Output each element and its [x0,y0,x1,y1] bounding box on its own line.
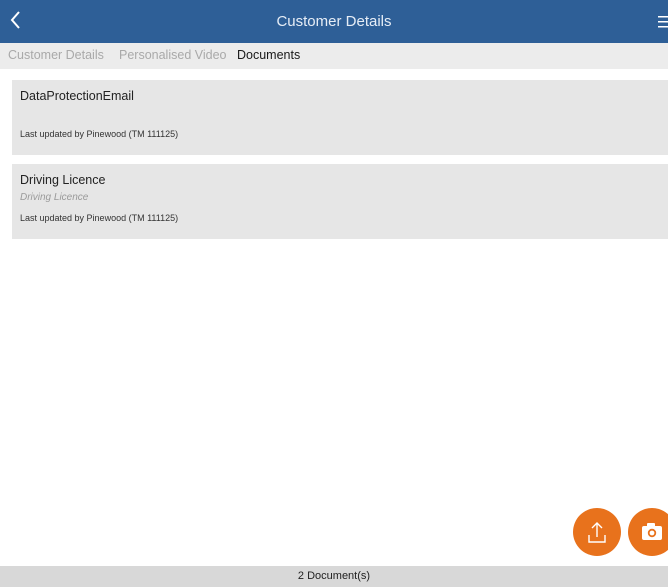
document-count: 2 Document(s) [297,570,371,582]
app-header: Customer Details [0,0,668,43]
upload-icon [588,522,606,543]
document-card-driving-licence[interactable]: Driving Licence Driving Licence Last upd… [12,164,668,239]
document-card-data-protection-email[interactable]: DataProtectionEmail Last updated by Pine… [12,80,668,155]
menu-button[interactable] [656,13,668,31]
page-title: Customer Details [276,13,392,30]
document-count-bar: 2 Document(s) [0,566,668,587]
upload-document-button[interactable] [573,508,621,556]
tab-personalised-video[interactable]: Personalised Video [119,43,226,67]
document-last-updated: Last updated by Pinewood (TM 111125) [20,213,179,223]
camera-capture-button[interactable] [628,508,668,556]
camera-icon [642,523,662,540]
document-list: DataProtectionEmail Last updated by Pine… [12,80,668,248]
tab-customer-details[interactable]: Customer Details [8,43,104,67]
document-title: DataProtectionEmail [20,89,134,103]
tab-bar: Customer Details Personalised Video Docu… [0,43,668,69]
document-subtitle: Driving Licence [20,192,89,203]
document-last-updated: Last updated by Pinewood (TM 111125) [20,129,179,139]
document-title: Driving Licence [20,173,106,187]
tab-documents[interactable]: Documents [237,43,300,67]
hamburger-menu-icon [658,16,668,28]
